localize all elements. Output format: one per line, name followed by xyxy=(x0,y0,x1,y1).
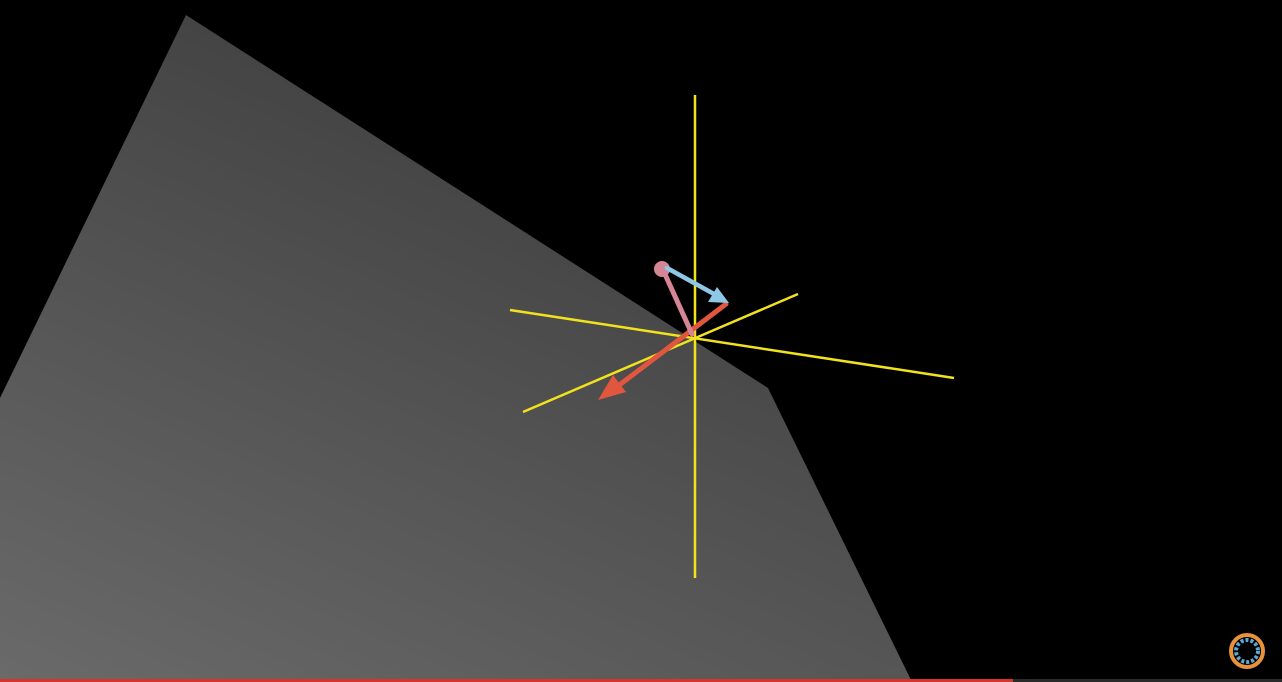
ground-plane xyxy=(0,15,912,682)
3d-viewport[interactable] xyxy=(0,0,1282,682)
blue-vector-arrowhead xyxy=(708,287,729,303)
loading-spinner-icon xyxy=(1229,633,1265,669)
3d-scene[interactable] xyxy=(0,0,1282,682)
